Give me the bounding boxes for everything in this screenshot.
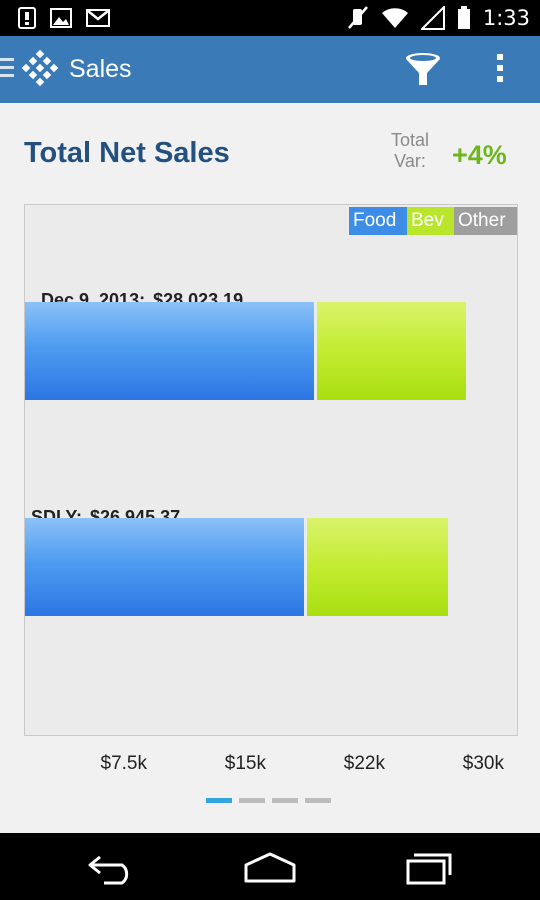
page-dot[interactable]: [305, 798, 331, 803]
variance-label: Total Var:: [390, 130, 430, 171]
bar-segment-bev[interactable]: [307, 518, 448, 616]
image-icon: [50, 8, 72, 28]
bar-segment-bev[interactable]: [317, 302, 466, 400]
navigation-bar: [0, 833, 540, 900]
legend-other[interactable]: Other: [454, 207, 517, 235]
legend-bev[interactable]: Bev: [407, 207, 454, 235]
sales-chart[interactable]: Food Bev Other Dec 9, 2013: $28,023.19 SDL…: [24, 204, 518, 736]
page-indicator[interactable]: [206, 798, 331, 803]
signal-icon: [420, 6, 445, 30]
page-title: Total Net Sales: [24, 137, 230, 169]
action-bar: Sales: [0, 36, 540, 103]
filter-icon[interactable]: [404, 51, 442, 89]
screen-title: Sales: [69, 55, 132, 83]
battery-icon: [457, 6, 470, 29]
x-tick-label: $22k: [343, 753, 385, 774]
recent-apps-icon[interactable]: [400, 851, 460, 885]
app-logo-icon[interactable]: [18, 49, 62, 91]
x-tick-label: $30k: [462, 753, 504, 774]
legend-food[interactable]: Food: [349, 207, 407, 235]
chart-legend: Food Bev Other: [349, 207, 517, 235]
wifi-icon: [381, 8, 408, 28]
variance-value: +4%: [452, 140, 507, 170]
page-dot[interactable]: [272, 798, 298, 803]
home-icon[interactable]: [240, 851, 300, 885]
notification-icon: [18, 7, 36, 29]
x-tick-label: $7.5k: [100, 753, 147, 774]
status-bar: 1:33: [0, 0, 540, 36]
drawer-icon[interactable]: [0, 58, 14, 80]
mute-icon: [347, 6, 368, 29]
page-dot[interactable]: [206, 798, 232, 803]
x-tick-label: $15k: [224, 753, 266, 774]
overflow-menu-icon[interactable]: [491, 54, 509, 86]
status-bar-system: 1:33: [347, 5, 530, 31]
page-dot[interactable]: [239, 798, 265, 803]
back-icon[interactable]: [84, 851, 144, 885]
status-bar-notifications: [18, 7, 110, 29]
status-time: 1:33: [482, 6, 530, 30]
content-area: Total Net Sales Total Var: +4% Food Bev …: [0, 103, 540, 833]
gmail-icon: [86, 9, 110, 27]
bar-segment-food[interactable]: [25, 302, 314, 400]
bar-segment-food[interactable]: [25, 518, 304, 616]
